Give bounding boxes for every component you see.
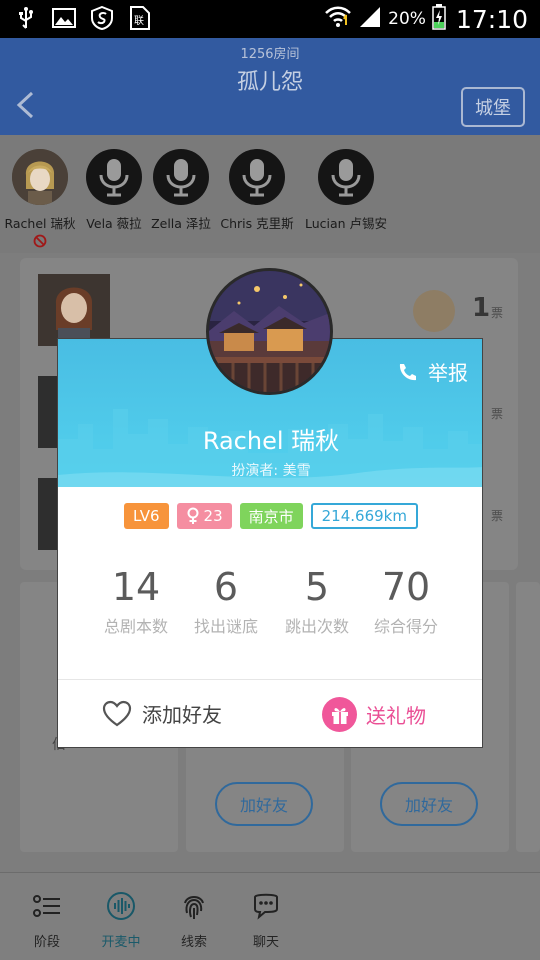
player-lucian[interactable]: Lucian 卢锡安 (301, 149, 391, 232)
nav-label: 聊天 (252, 935, 279, 950)
nav-mic-on[interactable]: 开麦中 (91, 891, 151, 950)
player-chris[interactable]: Chris 克里斯 (212, 149, 302, 232)
player-name: Chris 克里斯 (220, 216, 294, 231)
image-icon (52, 6, 76, 30)
vote-count: 1 (472, 293, 491, 323)
bottom-nav: 阶段 开麦中 线索 聊天 (0, 872, 540, 960)
vote-label: 票 (491, 306, 504, 320)
nav-chat[interactable]: 聊天 (236, 891, 296, 950)
stat-label: 总剧本数 (103, 617, 168, 636)
add-friend-button[interactable]: 加好友 (215, 782, 313, 826)
female-icon (187, 507, 199, 524)
profile-stats: 14 总剧本数 6 找出谜底 5 跳出次数 70 综合得分 (58, 565, 482, 655)
phone-icon (399, 363, 416, 380)
nav-stage[interactable]: 阶段 (17, 891, 77, 950)
muted-icon (33, 233, 47, 252)
microphone-icon (166, 159, 196, 197)
status-right: 20% 17:10 (324, 2, 528, 36)
character-name: Rachel 瑞秋 (202, 427, 340, 455)
player-avatar (86, 149, 142, 205)
list-icon (33, 895, 60, 917)
microphone-icon (99, 159, 129, 197)
suspect-avatar[interactable] (38, 274, 110, 346)
microphone-icon (242, 159, 272, 197)
level-badge: LV6 (124, 503, 169, 529)
character-portrait-icon (12, 149, 68, 205)
stat-solved: 6 找出谜底 (176, 565, 276, 637)
usb-icon (14, 6, 38, 30)
signal-icon (358, 5, 382, 33)
clock: 17:10 (455, 4, 528, 34)
stat-value: 14 (111, 565, 161, 609)
stat-score: 70 综合得分 (356, 565, 456, 637)
character-portrait-icon (38, 274, 110, 346)
add-friend-label: 添加好友 (142, 703, 222, 727)
gift-icon (322, 697, 357, 732)
distance-badge: 214.669km (310, 503, 418, 529)
player-avatar (153, 149, 209, 205)
player-name: Lucian 卢锡安 (304, 216, 388, 231)
microphone-icon (331, 159, 361, 197)
city-badge: 南京市 (239, 503, 303, 529)
player-card (516, 582, 540, 852)
players-row: Rachel 瑞秋 Vela 薇拉 Zella 泽拉 Chris 克里斯 Luc… (0, 135, 540, 253)
gender-age-badge: 23 (176, 503, 232, 529)
profile-tags: LV6 23 南京市 214.669km (58, 503, 482, 529)
nav-label: 阶段 (33, 935, 60, 950)
voter-avatar (413, 290, 455, 332)
vote-label: 票 (491, 407, 504, 421)
heart-icon (102, 700, 132, 726)
send-gift-label: 送礼物 (366, 704, 426, 728)
svg-text:联: 联 (134, 15, 144, 27)
stat-exits: 5 跳出次数 (267, 565, 367, 637)
player-avatar (12, 149, 68, 205)
age-value: 23 (203, 507, 223, 525)
player-avatar (229, 149, 285, 205)
night-city-picture-icon (209, 271, 330, 392)
nav-clues[interactable]: 线索 (164, 891, 224, 950)
status-left-icons: 联 (14, 6, 152, 30)
suspect-avatar[interactable] (38, 478, 58, 550)
stat-value: 70 (381, 565, 431, 609)
actor-line: 扮演者: 美雪 (231, 463, 311, 479)
suspect-avatar[interactable] (38, 376, 58, 448)
send-gift-button[interactable]: 送礼物 (322, 697, 426, 732)
add-friend-button[interactable]: 加好友 (380, 782, 478, 826)
fingerprint-icon (184, 896, 204, 919)
stat-label: 找出谜底 (193, 617, 258, 636)
stat-value: 6 (213, 565, 239, 609)
divider (58, 679, 482, 680)
shield-icon (90, 6, 114, 30)
battery-charging-icon (432, 4, 446, 34)
player-avatar (318, 149, 374, 205)
profile-avatar (206, 268, 333, 395)
nav-label: 线索 (180, 935, 207, 950)
status-bar: 联 20% 17:10 (0, 0, 540, 38)
stat-label: 综合得分 (373, 617, 438, 636)
battery-percent: 20% (388, 9, 426, 29)
report-label: 举报 (428, 361, 468, 385)
castle-button[interactable]: 城堡 (461, 87, 525, 127)
vote-label: 票 (491, 509, 504, 523)
room-number: 1256房间 (240, 47, 300, 62)
wifi-icon (324, 5, 352, 33)
profile-modal: 举报 Rachel 瑞秋 扮演者: 美雪 LV6 23 南京市 214.669k… (57, 338, 483, 748)
chat-icon (254, 893, 278, 920)
add-friend-button[interactable]: 添加好友 (102, 699, 222, 728)
room-title: 孤儿怨 (236, 70, 303, 95)
nav-label: 开麦中 (101, 935, 141, 950)
report-button[interactable]: 举报 (396, 357, 468, 386)
stat-value: 5 (304, 565, 330, 609)
voice-wave-icon (107, 892, 135, 920)
sim-icon: 联 (128, 6, 152, 30)
stat-label: 跳出次数 (284, 617, 349, 636)
stat-total-scripts: 14 总剧本数 (86, 565, 186, 637)
